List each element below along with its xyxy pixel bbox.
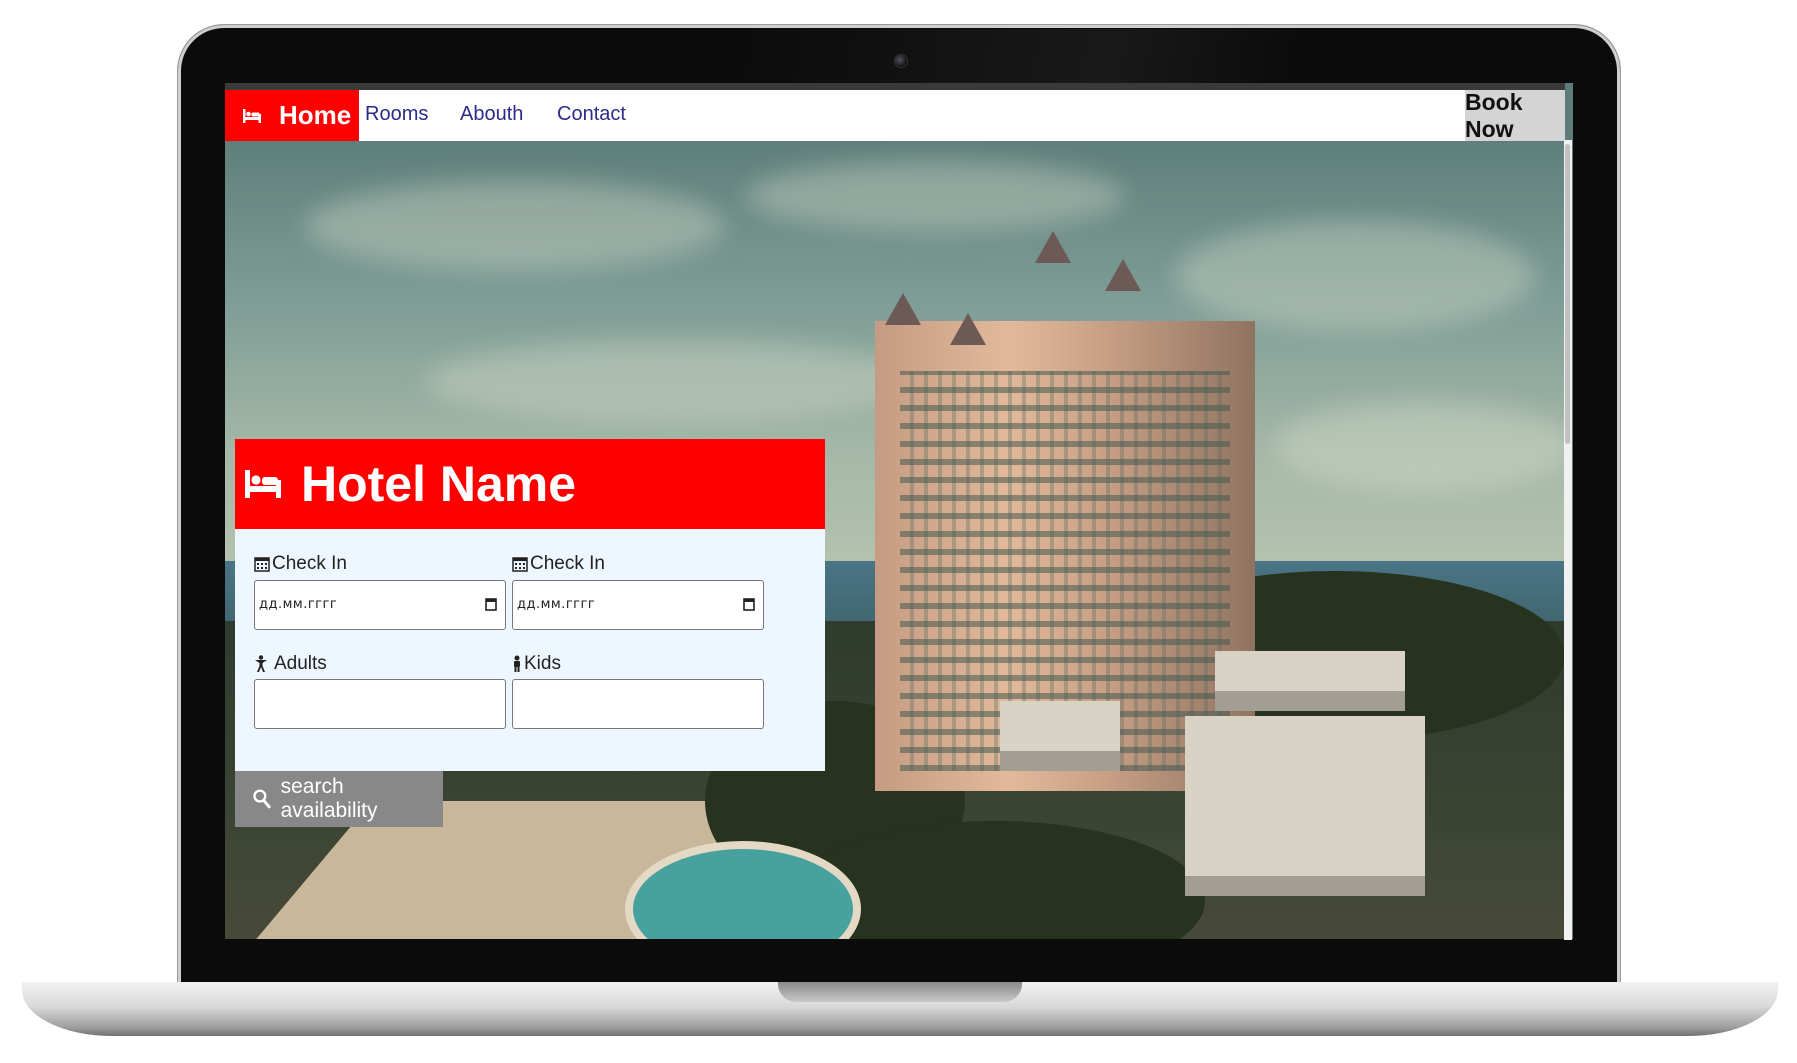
browser-screen: Home Rooms Abouth Contact Book Now Hotel… [225,83,1573,939]
camera-icon [894,54,908,68]
calendar-icon [254,557,270,572]
bed-icon [245,470,281,498]
top-navbar: Home Rooms Abouth Contact Book Now [225,83,1565,142]
nav-home-label: Home [279,100,352,130]
check-out-label: Check In [512,553,605,575]
hotel-name-title: Hotel Name [301,456,577,512]
kids-label: Kids [512,653,561,675]
search-availability-label: search availability [280,775,378,822]
nav-home-link[interactable]: Home [225,90,359,141]
person-icon [255,655,267,672]
search-availability-button[interactable]: search availability [235,771,443,827]
check-in-date-input[interactable]: дд.мм.гггг [254,580,506,630]
bed-icon [243,108,261,123]
adults-input[interactable] [254,679,506,729]
nav-link-rooms[interactable]: Rooms [365,103,428,126]
kids-input[interactable] [512,679,764,729]
nav-link-contact[interactable]: Contact [557,103,626,126]
book-now-button[interactable]: Book Now [1465,89,1565,142]
date-placeholder: дд.мм.гггг [259,597,338,612]
check-in-label: Check In [254,553,347,575]
booking-panel-header: Hotel Name [235,439,825,529]
adults-label: Adults [254,653,327,675]
date-placeholder: дд.мм.гггг [517,597,596,612]
calendar-icon [512,557,528,572]
scrollbar-thumb[interactable] [1565,144,1570,444]
calendar-picker-icon[interactable] [743,597,755,611]
page-scrollbar[interactable] [1564,140,1572,940]
laptop-notch [778,982,1022,1002]
booking-form: Check In дд.мм.гггг Check In дд.мм.гггг [235,529,825,771]
nav-link-about[interactable]: Abouth [460,103,523,126]
child-icon [514,655,520,672]
check-out-date-input[interactable]: дд.мм.гггг [512,580,764,630]
calendar-picker-icon[interactable] [485,597,497,611]
search-icon [253,789,271,809]
